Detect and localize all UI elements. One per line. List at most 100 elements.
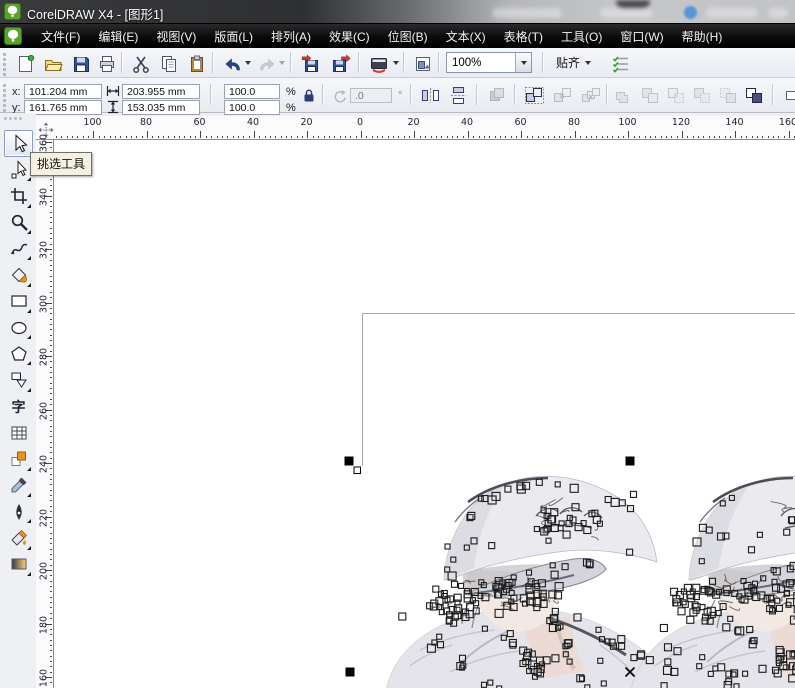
- import-button[interactable]: [298, 51, 324, 77]
- text-tool[interactable]: 字: [4, 393, 33, 420]
- menu-item-6[interactable]: 位图(B): [379, 25, 437, 48]
- ellipse-tool[interactable]: [4, 314, 33, 341]
- trim-button[interactable]: [638, 83, 663, 107]
- menu-item-4[interactable]: 排列(A): [262, 25, 320, 48]
- h-ruler-label: 0: [357, 117, 363, 128]
- vertical-ruler[interactable]: 360340320300280260240220200180160: [36, 140, 54, 688]
- v-ruler-label: 320: [39, 241, 50, 259]
- zoom-level-combo[interactable]: 100%: [446, 52, 532, 73]
- application-launcher-button[interactable]: [366, 51, 392, 77]
- rotation-angle-field[interactable]: .0: [350, 88, 392, 103]
- h-ruler-label: 100: [618, 117, 636, 128]
- h-ruler-label: 20: [407, 117, 419, 128]
- freehand-tool[interactable]: [4, 235, 33, 262]
- fill-tool[interactable]: [4, 525, 33, 552]
- v-ruler-label: 300: [39, 294, 50, 312]
- menu-item-8[interactable]: 表格(T): [495, 25, 552, 48]
- lock-ratio-icon[interactable]: [302, 88, 316, 103]
- new-document-button[interactable]: [12, 51, 38, 77]
- selection-handle-top-left[interactable]: [345, 457, 354, 466]
- clipped-edge-button[interactable]: [782, 83, 795, 107]
- flyout-indicator: [27, 177, 31, 181]
- menu-item-9[interactable]: 工具(O): [552, 25, 611, 48]
- menu-item-11[interactable]: 帮助(H): [673, 25, 732, 48]
- snap-to-button[interactable]: 贴齐: [550, 51, 597, 74]
- shape-tool[interactable]: [4, 156, 33, 183]
- flyout-indicator: [27, 519, 31, 523]
- mirror-horizontal-button[interactable]: [418, 83, 443, 107]
- table-tool[interactable]: [4, 419, 33, 446]
- h-ruler-label: 20: [300, 117, 312, 128]
- menu-item-5[interactable]: 效果(C): [320, 25, 379, 48]
- menu-item-7[interactable]: 文本(X): [437, 25, 495, 48]
- object-width-field[interactable]: 203.955 mm: [122, 84, 200, 99]
- zoom-combo-dropdown[interactable]: [515, 53, 531, 72]
- welcome-screen-button[interactable]: [410, 51, 436, 77]
- open-button[interactable]: [40, 51, 66, 77]
- background-ghost: [684, 6, 697, 19]
- cut-button[interactable]: [128, 51, 154, 77]
- crop-tool[interactable]: [4, 183, 33, 210]
- x-position-field[interactable]: 101.204 mm: [24, 84, 102, 99]
- options-button[interactable]: [608, 51, 634, 77]
- weld-button[interactable]: [612, 83, 637, 107]
- curve-node[interactable]: [354, 467, 361, 474]
- object-height-icon: [106, 100, 120, 114]
- page-border: [363, 314, 795, 467]
- ungroup-all-button[interactable]: [578, 83, 603, 107]
- menu-item-2[interactable]: 视图(V): [147, 25, 205, 48]
- paste-button[interactable]: [184, 51, 210, 77]
- scale-horizontal-field[interactable]: 100.0: [224, 84, 280, 99]
- selection-handle-top-center[interactable]: [626, 457, 635, 466]
- smart-fill-tool[interactable]: [4, 262, 33, 289]
- flyout-indicator: [27, 256, 31, 260]
- h-ruler-label: 100: [83, 117, 101, 128]
- rectangle-tool[interactable]: [4, 288, 33, 315]
- h-ruler-label: 40: [247, 117, 259, 128]
- zoom-tool[interactable]: [4, 209, 33, 236]
- menu-item-10[interactable]: 窗口(W): [611, 25, 672, 48]
- basic-shapes-tool[interactable]: [4, 367, 33, 394]
- export-button[interactable]: [328, 51, 354, 77]
- menu-item-1[interactable]: 编辑(E): [89, 25, 147, 48]
- intersect-button[interactable]: [664, 83, 689, 107]
- object-height-field[interactable]: 153.035 mm: [122, 100, 200, 115]
- mirror-vertical-button[interactable]: [446, 83, 471, 107]
- object-width-icon: [106, 84, 120, 98]
- eyedropper-tool[interactable]: [4, 472, 33, 499]
- flyout-indicator: [27, 335, 31, 339]
- copy-button[interactable]: [156, 51, 182, 77]
- degree-sign: °: [398, 90, 402, 102]
- front-minus-back-button[interactable]: [716, 83, 741, 107]
- selection-handle-middle-left[interactable]: [346, 668, 355, 677]
- menu-item-0[interactable]: 文件(F): [32, 25, 89, 48]
- menu-item-3[interactable]: 版面(L): [205, 25, 262, 48]
- tooltip: 挑选工具: [30, 152, 92, 176]
- scale-vertical-field[interactable]: 100.0: [224, 100, 280, 115]
- v-ruler-label: 240: [39, 455, 50, 473]
- print-button[interactable]: [94, 51, 120, 77]
- horizontal-ruler[interactable]: 10080604020020406080100120140160: [36, 116, 795, 140]
- interactive-fill-tool[interactable]: [4, 551, 33, 578]
- application-launcher-dropdown[interactable]: [390, 51, 401, 75]
- ungroup-button[interactable]: [550, 83, 575, 107]
- simplify-button[interactable]: [690, 83, 715, 107]
- document-icon[interactable]: [4, 27, 22, 45]
- redo-dropdown[interactable]: [276, 51, 287, 75]
- window-title: CorelDRAW X4 - [图形1]: [27, 4, 163, 23]
- v-ruler-label: 260: [39, 401, 50, 419]
- drawing-canvas[interactable]: [54, 140, 795, 688]
- pick-tool[interactable]: [4, 130, 33, 157]
- polygon-tool[interactable]: [4, 340, 33, 367]
- undo-dropdown[interactable]: [242, 51, 253, 75]
- v-ruler-label: 360: [39, 134, 50, 152]
- outline-tool[interactable]: [4, 498, 33, 525]
- blend-tool[interactable]: [4, 446, 33, 473]
- group-button[interactable]: [522, 83, 547, 107]
- flyout-indicator: [27, 388, 31, 392]
- save-button[interactable]: [68, 51, 94, 77]
- combine-button[interactable]: [742, 83, 767, 107]
- snap-to-label: 贴齐: [556, 54, 580, 71]
- convert-to-curves-button[interactable]: [484, 83, 509, 107]
- background-ghost: [706, 8, 758, 18]
